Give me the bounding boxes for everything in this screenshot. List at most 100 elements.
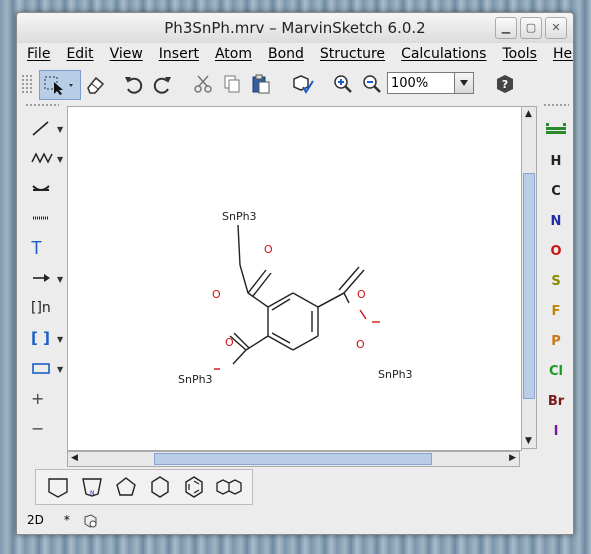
element-br[interactable]: Br [541,387,571,417]
help-button[interactable]: ? [493,72,517,96]
periodic-table-icon [546,123,566,134]
scroll-up-icon[interactable]: ▲ [525,109,532,119]
rectangle-icon [32,363,50,374]
bracket-icon: [ ] [31,329,50,347]
menu-bond[interactable]: Bond [258,46,310,66]
element-s[interactable]: S [541,267,571,297]
redo-button[interactable] [151,72,175,96]
pyran-icon[interactable] [44,474,72,500]
undo-button[interactable] [121,72,145,96]
element-c[interactable]: C [541,177,571,207]
eraser-icon [87,76,105,94]
molecule-bonds [229,264,365,365]
select-tool-button[interactable] [39,70,81,100]
molecule-structure: SnPh3 SnPh3 SnPh3 O O O O O [178,210,413,386]
copy-button[interactable] [220,72,244,96]
arrow-icon [33,274,50,282]
menu-calculations[interactable]: Calculations [391,46,492,66]
menu-view[interactable]: View [100,46,149,66]
bracket-tool[interactable]: [ ] ▼ [23,323,69,353]
chevron-down-icon[interactable]: ▼ [57,155,63,164]
repeating-unit-tool[interactable]: []n [23,293,69,323]
dashed-line-tool[interactable] [23,203,69,233]
chain-tool[interactable]: ▼ [23,143,69,173]
menu-insert[interactable]: Insert [149,46,205,66]
menu-help[interactable]: Help [543,46,573,66]
chevron-down-icon[interactable]: ▼ [57,125,63,134]
close-button[interactable]: ✕ [545,17,567,39]
ketone-oxygen: O [264,243,273,256]
zoom-out-button[interactable] [360,72,384,96]
menu-edit[interactable]: Edit [56,46,99,66]
element-palette: H C N O S F P Cl Br I [541,117,571,447]
paste-button[interactable] [249,72,273,96]
element-o[interactable]: O [541,237,571,267]
vertical-scroll-thumb[interactable] [523,173,535,399]
element-p[interactable]: P [541,327,571,357]
plus-icon: + [31,388,45,408]
menu-atom[interactable]: Atom [205,46,258,66]
menu-tools[interactable]: Tools [492,46,543,66]
redo-icon [153,77,171,94]
ester-left-carbonyl-oxygen: O [212,288,221,301]
eraser-button[interactable] [83,72,107,96]
cut-button[interactable] [191,72,215,96]
scroll-right-icon[interactable]: ▶ [509,453,516,463]
scroll-down-icon[interactable]: ▼ [525,436,532,446]
status-bar: 2D * [27,513,98,529]
cut-icon [194,75,212,93]
pyrrole-icon[interactable]: N [78,474,106,500]
zoom-in-button[interactable] [331,72,355,96]
sn-left-label: SnPh3 [178,373,213,386]
select-icon [44,76,73,95]
ester-right-link-oxygen: O [356,338,365,351]
rectangle-tool[interactable]: ▼ [23,353,69,383]
svg-text:N: N [90,490,95,497]
element-f[interactable]: F [541,297,571,327]
element-cl[interactable]: Cl [541,357,571,387]
text-tool[interactable]: T [23,233,69,263]
modified-indicator: * [63,513,70,527]
arrow-tool[interactable]: ▼ [23,263,69,293]
plus-tool[interactable]: + [23,383,69,413]
horizontal-scrollbar[interactable]: ◀ ▶ [67,451,520,467]
window-title: Ph3SnPh.mrv – MarvinSketch 6.0.2 [164,19,426,37]
help-icon: ? [497,75,513,93]
scroll-left-icon[interactable]: ◀ [71,453,78,463]
clean-2d-button[interactable] [291,72,315,96]
left-toolbar: ▼ ▼ T ▼ []n [ ] ▼ ▼ + − [23,113,69,443]
chevron-down-icon [460,80,468,86]
maximize-button[interactable]: ▢ [520,17,542,39]
periodic-table-button[interactable] [541,117,571,147]
element-h[interactable]: H [541,147,571,177]
naphthalene-icon[interactable] [214,474,246,500]
ester-right-carbonyl-oxygen: O [357,288,366,301]
cyclohexane-icon[interactable] [146,474,174,500]
minus-tool[interactable]: − [23,413,69,443]
minimize-button[interactable]: ▁ [495,17,517,39]
text-icon: T [31,237,42,258]
drawing-canvas[interactable]: SnPh3 SnPh3 SnPh3 O O O O O [67,106,522,451]
element-n[interactable]: N [541,207,571,237]
chain-icon [31,152,53,164]
element-i[interactable]: I [541,417,571,447]
repeating-unit-icon: []n [31,300,51,316]
chevron-down-icon[interactable]: ▼ [57,275,63,284]
left-toolbar-grip [25,103,59,107]
horizontal-scroll-thumb[interactable] [154,453,432,465]
clean-2d-icon [293,75,314,94]
zoom-in-icon [334,75,352,93]
structure-check-icon[interactable] [82,513,98,529]
chevron-down-icon[interactable]: ▼ [57,365,63,374]
menu-file[interactable]: File [17,46,56,66]
vertical-scrollbar[interactable]: ▲ ▼ [521,106,537,449]
minus-icon: − [31,418,45,438]
menu-structure[interactable]: Structure [310,46,391,66]
benzene-icon[interactable] [180,474,208,500]
arc-tool[interactable] [23,173,69,203]
cyclopentane-icon[interactable] [112,474,140,500]
single-bond-tool[interactable]: ▼ [23,113,69,143]
chevron-down-icon[interactable]: ▼ [57,335,63,344]
ester-left-link-oxygen: O [225,336,234,349]
zoom-dropdown-button[interactable] [454,72,474,94]
